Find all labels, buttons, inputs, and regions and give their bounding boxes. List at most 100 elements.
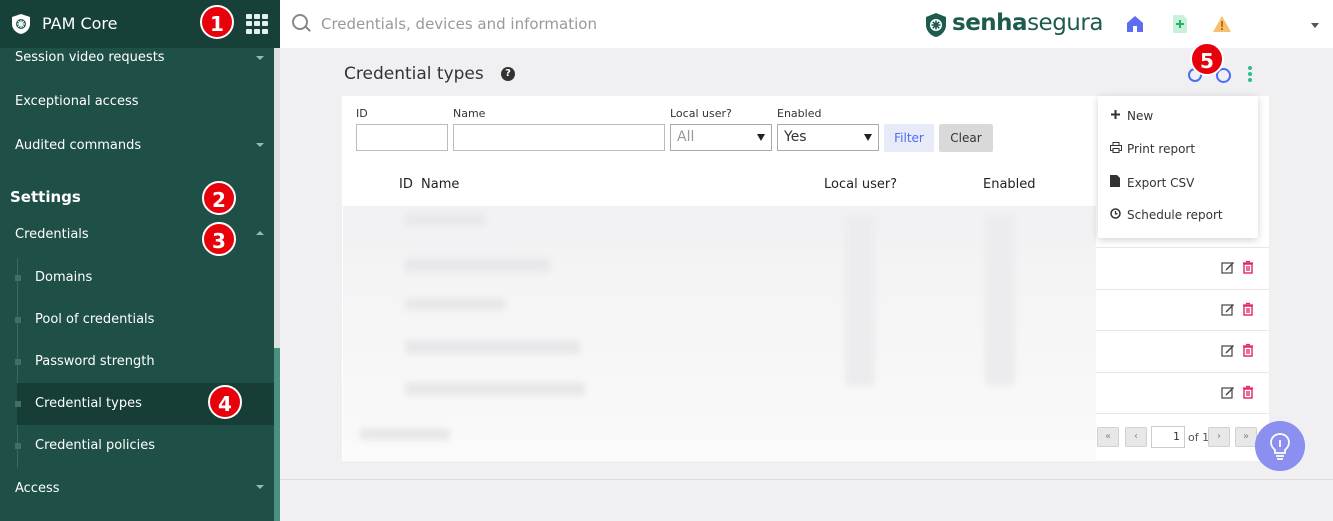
menu-item-export-label: Export CSV	[1127, 176, 1195, 190]
delete-icon[interactable]	[1241, 302, 1255, 316]
sidebar-item-domains[interactable]: Domains	[35, 270, 92, 285]
pager-prev-button[interactable]: ‹	[1125, 427, 1147, 447]
filter-name-input[interactable]	[453, 124, 665, 151]
annotation-badge-2: 2	[202, 181, 236, 215]
pager-of-text: of 1	[1188, 431, 1210, 444]
delete-icon[interactable]	[1241, 343, 1255, 357]
redacted-table-rows	[343, 206, 1096, 460]
sidebar-item-credential-types[interactable]: Credential types	[35, 396, 142, 411]
clear-button[interactable]: Clear	[939, 124, 993, 152]
delete-icon[interactable]	[1241, 260, 1255, 274]
sidebar-item-password-strength[interactable]: Password strength	[35, 354, 155, 369]
annotation-badge-1: 1	[200, 5, 234, 39]
row-divider	[1096, 330, 1269, 331]
chevron-down-icon	[256, 143, 264, 147]
menu-item-new[interactable]: New	[1110, 109, 1153, 123]
filter-local-user-label: Local user?	[670, 107, 732, 120]
column-header-enabled[interactable]: Enabled	[983, 177, 1036, 192]
sidebar-item-session-video-requests[interactable]: Session video requests	[15, 50, 165, 65]
search-icon[interactable]	[292, 14, 308, 30]
edit-icon[interactable]	[1221, 260, 1235, 274]
sidebar-item-pool-of-credentials[interactable]: Pool of credentials	[35, 312, 154, 327]
annotation-badge-4: 4	[208, 385, 242, 419]
filter-enabled-label: Enabled	[777, 107, 822, 120]
new-document-icon[interactable]	[1172, 14, 1188, 34]
footer-divider	[280, 479, 1333, 480]
redacted-cell	[360, 428, 450, 440]
column-header-name[interactable]: Name	[421, 177, 459, 192]
chevron-down-icon	[256, 56, 264, 60]
redacted-cell	[405, 298, 505, 310]
menu-item-print-report[interactable]: Print report	[1110, 142, 1195, 156]
sidebar-scrollbar-thumb[interactable]	[274, 348, 280, 521]
sidebar-item-credentials[interactable]: Credentials	[15, 227, 89, 242]
pager-last-button[interactable]: »	[1235, 427, 1257, 447]
select-arrow-icon	[864, 134, 872, 141]
filter-enabled-select[interactable]: Yes	[777, 124, 879, 151]
edit-icon[interactable]	[1221, 302, 1235, 316]
sidebar-item-access[interactable]: Access	[15, 481, 60, 496]
filter-name-label: Name	[453, 107, 486, 120]
chevron-down-icon	[256, 485, 264, 489]
sidebar-item-audited-commands[interactable]: Audited commands	[15, 138, 141, 153]
row-divider	[1096, 247, 1269, 248]
pager-next-button[interactable]: ›	[1208, 427, 1230, 447]
tree-node-icon	[15, 401, 21, 407]
lightbulb-icon[interactable]	[1255, 421, 1305, 471]
warning-icon[interactable]	[1212, 15, 1232, 33]
row-divider	[1096, 413, 1269, 414]
redacted-cell	[405, 258, 550, 272]
annotation-badge-5: 5	[1190, 42, 1224, 76]
chevron-up-icon	[256, 231, 264, 235]
options-dropdown-menu: New Print report Export CSV Schedule rep…	[1098, 96, 1258, 238]
filter-enabled-value: Yes	[784, 129, 807, 145]
brand-bold: senha	[952, 10, 1028, 36]
tree-node-icon	[15, 317, 21, 323]
delete-icon[interactable]	[1241, 385, 1255, 399]
pager-first-button[interactable]: «	[1097, 427, 1119, 447]
menu-item-schedule-label: Schedule report	[1127, 208, 1223, 222]
redacted-cell	[985, 216, 1015, 386]
redacted-cell	[405, 382, 585, 396]
app-name: PAM Core	[42, 14, 118, 33]
filter-button[interactable]: Filter	[884, 124, 934, 152]
edit-icon[interactable]	[1221, 343, 1235, 357]
filter-id-label: ID	[356, 107, 368, 120]
print-icon	[1110, 142, 1122, 156]
clock-icon	[1110, 208, 1122, 222]
edit-icon[interactable]	[1221, 385, 1235, 399]
page-title: Credential types	[344, 64, 484, 84]
filter-local-user-select[interactable]: All	[670, 124, 772, 151]
tree-node-icon	[15, 443, 21, 449]
brand-logo-text: senhasegura	[952, 10, 1103, 36]
row-divider	[1096, 289, 1269, 290]
menu-item-schedule-report[interactable]: Schedule report	[1110, 208, 1223, 222]
pager-page-input[interactable]: 1	[1151, 426, 1185, 448]
menu-item-export-csv[interactable]: Export CSV	[1110, 175, 1194, 190]
sidebar-item-exceptional-access[interactable]: Exceptional access	[15, 94, 139, 109]
row-divider	[1096, 372, 1269, 373]
sidebar-heading-settings: Settings	[10, 188, 81, 206]
more-options-icon[interactable]	[1247, 66, 1253, 86]
redacted-cell	[845, 216, 875, 386]
pam-core-logo-icon	[12, 14, 30, 34]
tree-node-icon	[15, 359, 21, 365]
annotation-badge-3: 3	[202, 222, 236, 256]
menu-item-new-label: New	[1127, 109, 1154, 123]
redacted-cell	[405, 214, 485, 226]
sidebar-item-credential-policies[interactable]: Credential policies	[35, 438, 155, 453]
column-header-id[interactable]: ID	[399, 177, 413, 192]
global-search-input[interactable]: Credentials, devices and information	[321, 15, 597, 33]
column-header-local-user[interactable]: Local user?	[824, 177, 897, 192]
apps-grid-icon[interactable]	[246, 14, 268, 34]
home-icon[interactable]	[1125, 14, 1145, 34]
help-icon[interactable]: ?	[501, 67, 515, 81]
select-arrow-icon	[757, 134, 765, 141]
plus-icon	[1110, 109, 1122, 123]
user-menu-chevron-icon[interactable]	[1311, 23, 1319, 28]
file-icon	[1110, 175, 1122, 190]
senhasegura-logo-icon	[926, 13, 946, 37]
filter-id-input[interactable]	[356, 124, 448, 151]
tree-node-icon	[15, 275, 21, 281]
menu-item-print-label: Print report	[1127, 142, 1196, 156]
